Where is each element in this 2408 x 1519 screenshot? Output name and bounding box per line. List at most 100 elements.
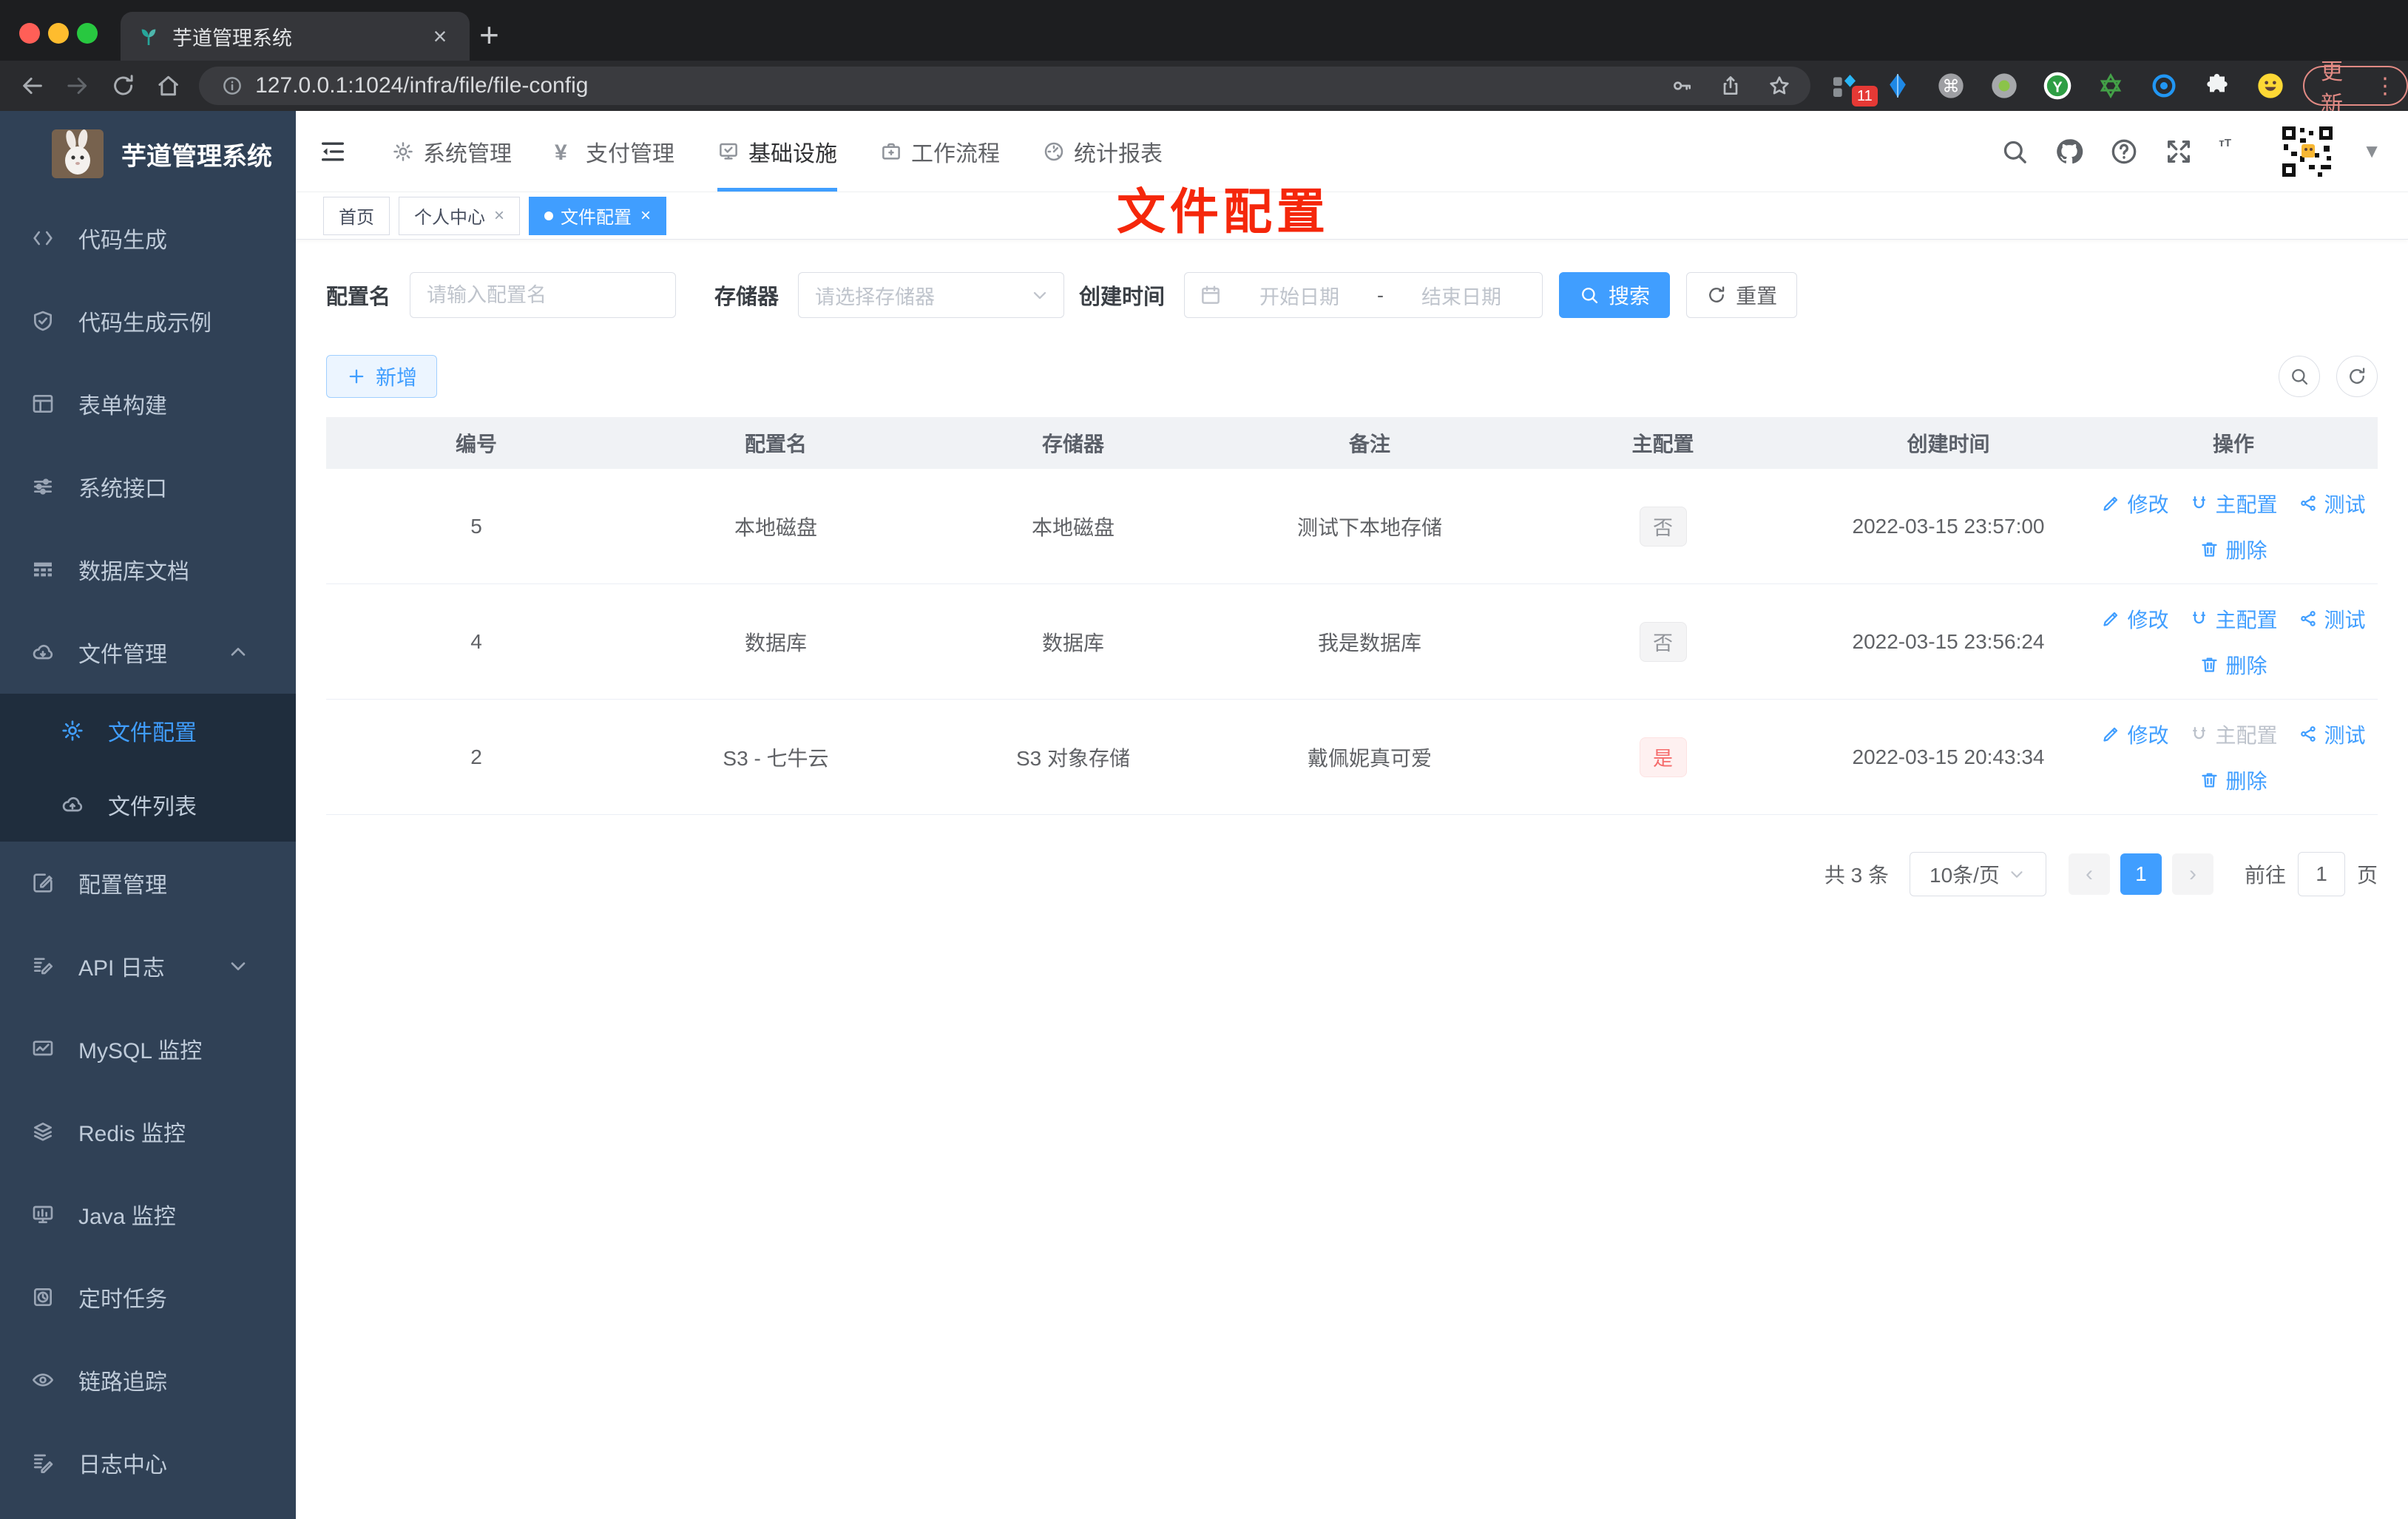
cell-master: 否	[1518, 469, 1807, 583]
sidebar-item[interactable]: 文件列表	[0, 768, 296, 842]
command-circle-icon[interactable]: ⌘	[1936, 71, 1966, 101]
tab-close-icon[interactable]: ×	[427, 23, 453, 50]
sidebar-item[interactable]: 文件配置	[0, 694, 296, 768]
sidebar-item[interactable]: 数据库文档	[0, 528, 296, 611]
star-outline-icon[interactable]	[2096, 71, 2125, 101]
kite-icon[interactable]	[1883, 71, 1912, 101]
top-nav-item[interactable]: ¥ 支付管理	[555, 111, 674, 192]
refresh-table-button[interactable]	[2336, 356, 2378, 397]
sidebar-item[interactable]: 定时任务	[0, 1256, 296, 1339]
maximize-window-button[interactable]	[77, 23, 98, 44]
sidebar-item[interactable]: 系统接口	[0, 445, 296, 528]
search-icon[interactable]	[2000, 137, 2029, 166]
test-link[interactable]: 测试	[2299, 720, 2366, 749]
delete-link[interactable]: 删除	[2199, 535, 2267, 564]
test-link[interactable]: 测试	[2299, 604, 2366, 634]
delete-link[interactable]: 删除	[2199, 765, 2267, 795]
reset-button[interactable]: 重置	[1686, 272, 1798, 318]
sidebar-item-label: 链路追踪	[78, 1370, 167, 1395]
sidebar-logo-row[interactable]: 芋道管理系统	[0, 111, 296, 197]
current-page[interactable]: 1	[2120, 853, 2162, 895]
master-config-link[interactable]: 主配置	[2189, 604, 2278, 634]
prev-page-button[interactable]: ‹	[2068, 853, 2110, 895]
chevron-down-icon	[1029, 285, 1050, 305]
minimize-window-button[interactable]	[48, 23, 69, 44]
collapse-sidebar-icon[interactable]	[318, 137, 348, 166]
y-circle-icon[interactable]: Y	[2043, 71, 2072, 101]
start-date-placeholder[interactable]: 开始日期	[1234, 281, 1365, 310]
add-button[interactable]: 新增	[326, 355, 438, 398]
key-icon[interactable]	[1670, 74, 1694, 98]
help-icon[interactable]	[2109, 137, 2139, 166]
master-config-link[interactable]: 主配置	[2189, 720, 2278, 749]
goto-page-input[interactable]	[2297, 852, 2345, 896]
browser-update-button[interactable]: 更新 ⋮	[2303, 60, 2408, 117]
browser-tab[interactable]: 芋道管理系统 ×	[121, 12, 470, 61]
forward-icon[interactable]	[64, 72, 90, 99]
top-nav-item[interactable]: 系统管理	[392, 111, 512, 192]
end-date-placeholder[interactable]: 结束日期	[1396, 281, 1527, 310]
font-size-icon[interactable]: тT	[2219, 137, 2248, 166]
table-toolbar: 新增	[326, 355, 2378, 398]
emoji-icon[interactable]	[2256, 71, 2285, 101]
update-label: 更新	[2321, 60, 2344, 117]
top-nav-item[interactable]: 工作流程	[880, 111, 1000, 192]
home-icon[interactable]	[155, 72, 181, 99]
sidebar-item[interactable]: API 日志	[0, 924, 296, 1007]
sidebar-item[interactable]: Java 监控	[0, 1173, 296, 1256]
page-size-select[interactable]: 10条/页	[1909, 852, 2046, 896]
new-tab-button[interactable]: +	[479, 15, 499, 55]
puzzle-icon[interactable]	[2202, 71, 2232, 101]
reload-icon[interactable]	[110, 72, 136, 99]
sidebar-item[interactable]: 日志中心	[0, 1421, 296, 1504]
table-row: 4 数据库 数据库 我是数据库 否 2022-03-15 23:56:24 修改…	[326, 584, 2378, 700]
address-bar[interactable]: 127.0.0.1:1024/infra/file/file-config	[199, 67, 1811, 105]
tab-title: 芋道管理系统	[172, 27, 292, 50]
tag-close-icon[interactable]: ×	[494, 206, 504, 226]
caret-down-icon[interactable]: ▼	[2362, 140, 2381, 163]
tag-item[interactable]: 文件配置 ×	[529, 196, 667, 235]
col-header: 编号	[455, 433, 497, 456]
sidebar-item[interactable]: Redis 监控	[0, 1090, 296, 1173]
sidebar-item[interactable]: 表单构建	[0, 362, 296, 445]
total-count: 共 3 条	[1824, 864, 1889, 887]
sidebar-item[interactable]: 链路追踪	[0, 1339, 296, 1421]
table-row: 5 本地磁盘 本地磁盘 测试下本地存储 否 2022-03-15 23:57:0…	[326, 469, 2378, 584]
sidebar-item[interactable]: 代码生成示例	[0, 280, 296, 362]
cell-remark: 戴佩妮真可爱	[1307, 746, 1432, 770]
eye-ring-icon[interactable]	[2149, 71, 2179, 101]
avatar[interactable]	[2279, 123, 2336, 180]
sidebar-item[interactable]: 代码生成	[0, 197, 296, 280]
sidebar-item[interactable]: 文件管理	[0, 611, 296, 694]
github-icon[interactable]	[2054, 137, 2084, 166]
search-button[interactable]: 搜索	[1559, 272, 1671, 318]
cell-created: 2022-03-15 20:43:34	[1852, 745, 2045, 768]
dot-circle-icon[interactable]	[1989, 71, 2019, 101]
sidebar-item[interactable]: MySQL 监控	[0, 1007, 296, 1090]
share-up-icon[interactable]	[1719, 74, 1742, 98]
sidebar-item[interactable]: 配置管理	[0, 842, 296, 924]
config-name-input[interactable]	[410, 272, 677, 318]
browser-menu-icon[interactable]: ⋮	[2374, 73, 2396, 99]
back-icon[interactable]	[19, 72, 45, 99]
date-range-picker[interactable]: 开始日期 - 结束日期	[1184, 272, 1543, 318]
refresh-icon	[1706, 285, 1727, 305]
edit-link[interactable]: 修改	[2101, 489, 2168, 518]
test-link[interactable]: 测试	[2299, 489, 2366, 518]
edit-link[interactable]: 修改	[2101, 720, 2168, 749]
fullscreen-icon[interactable]	[2164, 137, 2194, 166]
top-nav-item[interactable]: 基础设施	[717, 111, 837, 192]
delete-link[interactable]: 删除	[2199, 650, 2267, 680]
show-search-button[interactable]	[2279, 356, 2320, 397]
edit-link[interactable]: 修改	[2101, 604, 2168, 634]
close-window-button[interactable]	[19, 23, 40, 44]
top-nav-label: 基础设施	[748, 141, 837, 166]
tag-item[interactable]: 个人中心 ×	[399, 196, 521, 235]
tag-item[interactable]: 首页 ×	[323, 196, 390, 235]
next-page-button[interactable]: ›	[2171, 853, 2213, 895]
star-icon[interactable]	[1768, 74, 1791, 98]
site-info-icon[interactable]	[221, 75, 243, 97]
master-config-link[interactable]: 主配置	[2189, 489, 2278, 518]
tag-close-icon[interactable]: ×	[640, 206, 651, 226]
storage-select[interactable]: 请选择存储器	[798, 272, 1065, 318]
